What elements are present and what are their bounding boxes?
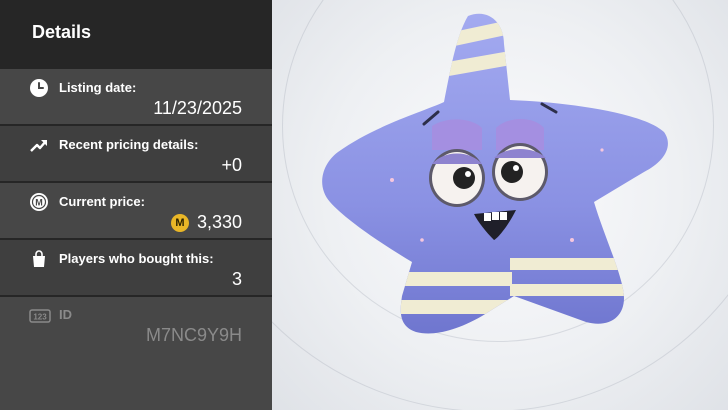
current-price-value-wrap: M 3,330 [170, 212, 242, 233]
item-preview [272, 0, 728, 410]
coin-badge: M [170, 214, 189, 232]
buyers-value: 3 [231, 269, 242, 289]
details-title: Details [32, 22, 92, 42]
buyers-row: Players who bought this: 3 [0, 240, 272, 295]
id-123-icon: 123 [29, 309, 51, 323]
current-price-row: M Current price: M 3,330 [0, 183, 272, 238]
pricing-details-row: Recent pricing details: +0 [0, 126, 272, 181]
id-label: ID [59, 307, 72, 322]
shopping-bag-icon [33, 250, 45, 267]
trend-up-icon [30, 140, 47, 152]
details-header: Details [0, 0, 272, 68]
coin-icon: M [30, 193, 48, 211]
pricing-details-label: Recent pricing details: [59, 137, 199, 152]
details-sidebar: Details Listing date: 11/23/2025 Recent … [0, 0, 272, 410]
clock-icon [30, 79, 48, 97]
current-price-value: 3,330 [196, 212, 242, 232]
star-plush-image [322, 13, 668, 334]
listing-date-label: Listing date: [59, 80, 137, 95]
pricing-details-value: +0 [221, 155, 242, 175]
listing-date-value: 11/23/2025 [153, 98, 242, 118]
svg-text:123: 123 [33, 313, 47, 322]
listing-date-row: Listing date: 11/23/2025 [0, 69, 272, 124]
buyers-label: Players who bought this: [59, 251, 214, 266]
current-price-label: Current price: [59, 194, 145, 209]
id-value: M7NC9Y9H [145, 325, 242, 345]
svg-text:M: M [35, 198, 43, 208]
id-row: 123 ID M7NC9Y9H [0, 297, 272, 410]
